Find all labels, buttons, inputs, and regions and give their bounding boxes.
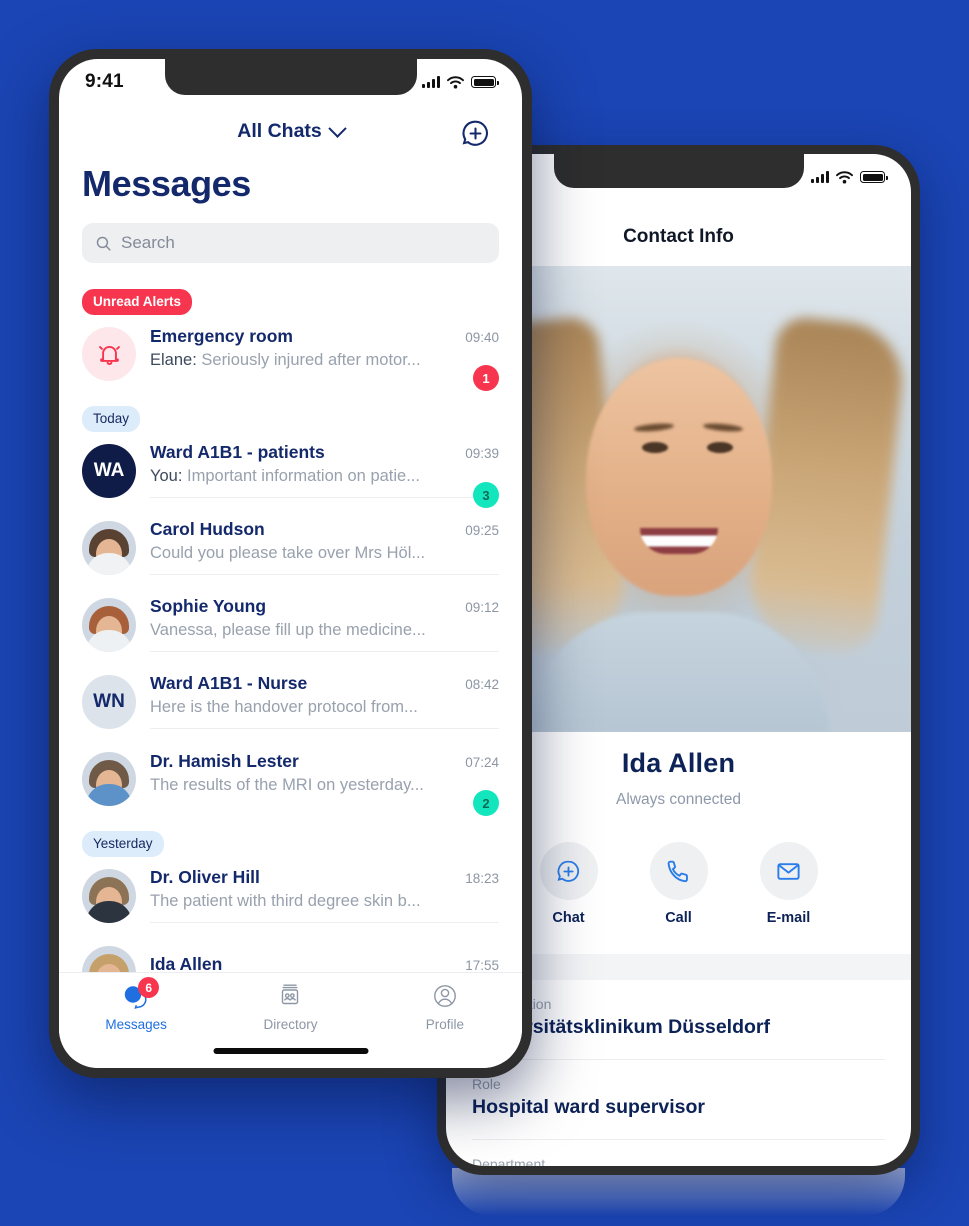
messages-header: All Chats — [59, 105, 522, 157]
field-label: Organization — [472, 996, 885, 1012]
table-row[interactable]: WA Ward A1B1 - patients 09:39 You: Impor… — [59, 432, 522, 509]
envelope-icon — [759, 842, 818, 900]
chat-preview: Seriously injured after motor... — [196, 350, 421, 369]
tab-messages[interactable]: 6 Messages — [59, 973, 213, 1068]
chat-preview: Important information on patie... — [182, 467, 420, 485]
messages-phone: 9:41 All Chats Messages Search Unread Al… — [49, 49, 532, 1078]
wifi-icon — [447, 75, 464, 88]
chat-name: Dr. Hamish Lester — [150, 750, 299, 771]
search-icon — [96, 236, 111, 251]
chat-name: Dr. Oliver Hill — [150, 867, 260, 887]
signal-icon — [422, 76, 440, 88]
bell-icon — [98, 345, 120, 365]
chat-time: 18:23 — [465, 871, 499, 886]
compose-icon — [462, 120, 488, 146]
chat-name: Sophie Young — [150, 596, 267, 616]
avatar — [82, 752, 136, 806]
chat-time: 08:42 — [465, 677, 499, 692]
chat-time: 07:24 — [465, 754, 499, 770]
table-row[interactable]: Sophie Young 09:12 Vanessa, please fill … — [59, 586, 522, 663]
field-label: Role — [472, 1076, 501, 1092]
chat-action-button[interactable]: Chat — [539, 842, 598, 926]
page-title: Messages — [82, 163, 251, 204]
call-action-label: Call — [665, 910, 692, 926]
chat-name: Emergency room — [150, 325, 293, 346]
field-department: Department — [472, 1139, 885, 1166]
alert-bell-avatar — [82, 327, 136, 381]
chevron-down-icon — [328, 118, 347, 138]
tab-badge: 6 — [138, 977, 160, 998]
profile-icon — [433, 985, 456, 1007]
battery-icon — [471, 76, 499, 88]
avatar — [82, 521, 136, 575]
avatar — [82, 598, 136, 652]
chat-name: Carol Hudson — [150, 519, 265, 539]
unread-badge: 2 — [473, 790, 499, 816]
field-organization: Organization Universitätsklinikum Düssel… — [472, 980, 885, 1059]
field-label: Department — [472, 1156, 546, 1166]
chat-name: Ward A1B1 - Nurse — [150, 673, 308, 693]
avatar: WA — [82, 444, 136, 498]
chat-preview: Here is the handover protocol from... — [150, 698, 418, 716]
avatar — [82, 869, 136, 923]
status-bar-left: 9:41 — [59, 59, 522, 105]
call-action-button[interactable]: Call — [649, 842, 708, 926]
chat-name: Ward A1B1 - patients — [150, 442, 325, 462]
messages-screen: 9:41 All Chats Messages Search Unread Al… — [59, 59, 522, 1068]
table-row[interactable]: WN Ward A1B1 - Nurse 08:42 Here is the h… — [59, 663, 522, 740]
status-time: 9:41 — [85, 71, 124, 92]
signal-icon — [811, 171, 829, 183]
table-row[interactable]: Emergency room 09:40 Elane: Seriously in… — [59, 315, 522, 392]
search-placeholder: Search — [121, 233, 175, 252]
chat-preview-sender: You: — [150, 467, 183, 485]
tab-profile[interactable]: Profile — [368, 973, 522, 1068]
chat-preview: The results of the MRI on yesterday... — [150, 775, 424, 794]
unread-badge: 3 — [473, 482, 499, 508]
tab-label: Messages — [105, 1017, 167, 1032]
chat-list[interactable]: Unread Alerts Emergency room 09:40 Elane… — [59, 275, 522, 992]
chat-plus-icon — [539, 842, 598, 900]
table-row[interactable]: Dr. Oliver Hill 18:23 The patient with t… — [59, 857, 522, 934]
section-pill-today: Today — [82, 406, 141, 432]
section-pill-unread-alerts: Unread Alerts — [82, 289, 193, 315]
chat-preview-sender: Elane: — [150, 350, 197, 369]
all-chats-filter[interactable]: All Chats — [237, 118, 347, 143]
search-input[interactable]: Search — [82, 223, 499, 263]
section-pill-yesterday: Yesterday — [82, 831, 164, 857]
field-role: Role Hospital ward supervisor — [472, 1059, 885, 1139]
chat-time: 17:55 — [465, 957, 499, 973]
all-chats-label: All Chats — [237, 119, 322, 142]
table-row[interactable]: Carol Hudson 09:25 Could you please take… — [59, 509, 522, 586]
phone-icon — [649, 842, 708, 900]
chat-time: 09:25 — [465, 523, 499, 538]
home-indicator — [213, 1048, 368, 1054]
field-value: Universitätsklinikum Düsseldorf — [472, 1016, 771, 1038]
chat-time: 09:12 — [465, 600, 499, 615]
chat-preview: The patient with third degree skin b... — [150, 892, 421, 910]
tab-label: Directory — [263, 1017, 318, 1032]
avatar: WN — [82, 675, 136, 729]
phone-reflection — [452, 1168, 905, 1216]
email-action-label: E-mail — [766, 910, 811, 926]
table-row[interactable]: Dr. Hamish Lester 07:24 The results of t… — [59, 740, 522, 817]
battery-icon — [860, 171, 888, 183]
chat-time: 09:40 — [465, 329, 499, 345]
email-action-button[interactable]: E-mail — [759, 842, 818, 926]
chat-time: 09:39 — [465, 446, 499, 461]
field-value: Hospital ward supervisor — [472, 1096, 705, 1118]
chat-preview: Vanessa, please fill up the medicine... — [150, 621, 426, 639]
directory-icon — [282, 984, 299, 1005]
wifi-icon — [836, 170, 853, 183]
tab-label: Profile — [425, 1017, 464, 1032]
unread-badge: 1 — [473, 365, 499, 391]
chat-action-label: Chat — [552, 910, 585, 926]
chat-preview: Could you please take over Mrs Höl... — [150, 544, 426, 562]
compose-button[interactable] — [459, 117, 492, 155]
